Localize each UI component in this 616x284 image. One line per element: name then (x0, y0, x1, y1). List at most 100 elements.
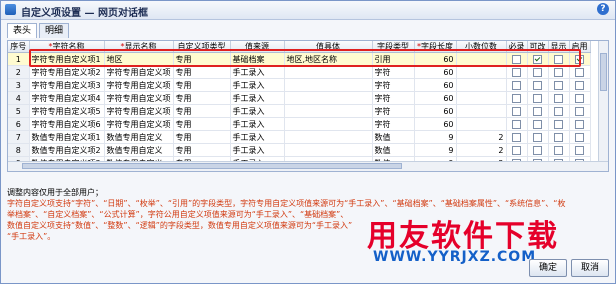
table-cell-dec[interactable] (456, 78, 507, 92)
table-cell-len[interactable]: 9 (414, 130, 457, 144)
show-checkbox[interactable] (554, 80, 563, 90)
table-row[interactable]: 1 字符专用自定义项1 地区 专用 基础档案 地区,地区名称 引用 60 (8, 52, 591, 66)
horizontal-scroll-thumb[interactable] (22, 163, 402, 169)
edit-checkbox[interactable] (533, 145, 542, 155)
table-cell-detail[interactable] (284, 104, 373, 118)
table-cell-source[interactable]: 手工录入 (230, 117, 285, 131)
table-cell-source[interactable]: 手工录入 (230, 78, 285, 92)
table-cell-display[interactable]: 字符专用自定义项 (104, 117, 174, 131)
table-cell-detail[interactable] (284, 143, 373, 157)
table-cell-type[interactable]: 专用 (173, 104, 231, 118)
must-checkbox[interactable] (512, 67, 521, 77)
table-cell-display[interactable]: 字符专用自定义项 (104, 104, 174, 118)
table-cell-ftype[interactable]: 引用 (372, 52, 415, 66)
table-cell-source[interactable]: 手工录入 (230, 91, 285, 105)
table-cell-name[interactable]: 数值专用自定义项2 (29, 143, 105, 157)
table-cell-dec[interactable]: 2 (456, 143, 507, 157)
table-cell-name[interactable]: 字符专用自定义项5 (29, 104, 105, 118)
table-cell-ftype[interactable]: 字符 (372, 91, 415, 105)
table-cell-ftype[interactable]: 字符 (372, 65, 415, 79)
column-header[interactable]: *字段长度 (414, 41, 457, 53)
table-cell-name[interactable]: 字符专用自定义项6 (29, 117, 105, 131)
table-cell-len[interactable]: 60 (414, 104, 457, 118)
table-cell-name[interactable]: 字符专用自定义项2 (29, 65, 105, 79)
on-checkbox[interactable] (575, 145, 584, 155)
on-checkbox[interactable] (575, 119, 584, 129)
ok-button[interactable]: 确定 (529, 259, 567, 277)
show-checkbox[interactable] (554, 119, 563, 129)
vertical-scrollbar[interactable] (598, 41, 608, 162)
tab-detail[interactable]: 明细 (39, 23, 70, 38)
table-row[interactable]: 3 字符专用自定义项3 字符专用自定义项 专用 手工录入 字符 60 (8, 78, 591, 92)
help-icon[interactable]: ? (597, 3, 609, 15)
table-cell-display[interactable]: 地区 (104, 52, 174, 66)
table-row[interactable]: 5 字符专用自定义项5 字符专用自定义项 专用 手工录入 字符 60 (8, 104, 591, 118)
table-cell-name[interactable]: 字符专用自定义项4 (29, 91, 105, 105)
must-checkbox[interactable] (512, 93, 521, 103)
table-cell-ftype[interactable]: 字符 (372, 117, 415, 131)
table-cell-type[interactable]: 专用 (173, 117, 231, 131)
table-cell-display[interactable]: 字符专用自定义项 (104, 91, 174, 105)
column-header[interactable]: *字符名称 (29, 41, 105, 53)
table-cell-type[interactable]: 专用 (173, 78, 231, 92)
edit-checkbox[interactable] (533, 80, 542, 90)
column-header[interactable]: 必录 (506, 41, 528, 53)
table-cell-len[interactable]: 60 (414, 52, 457, 66)
edit-checkbox[interactable] (533, 67, 542, 77)
table-cell-source[interactable]: 手工录入 (230, 143, 285, 157)
table-cell-name[interactable]: 字符专用自定义项1 (29, 52, 105, 66)
column-header[interactable]: 值具体 (284, 41, 373, 53)
column-header[interactable]: *显示名称 (104, 41, 174, 53)
table-cell-source[interactable]: 手工录入 (230, 104, 285, 118)
column-header[interactable]: 可改 (527, 41, 549, 53)
table-cell-name[interactable]: 数值专用自定义项1 (29, 130, 105, 144)
table-cell-dec[interactable] (456, 65, 507, 79)
column-header[interactable]: 启用 (569, 41, 591, 53)
table-cell-type[interactable]: 专用 (173, 65, 231, 79)
column-header[interactable]: 自定义项类型 (173, 41, 231, 53)
show-checkbox[interactable] (554, 93, 563, 103)
on-checkbox[interactable] (575, 93, 584, 103)
on-checkbox[interactable] (575, 54, 584, 64)
edit-checkbox[interactable] (533, 106, 542, 116)
cancel-button[interactable]: 取消 (571, 259, 609, 277)
must-checkbox[interactable] (512, 119, 521, 129)
on-checkbox[interactable] (575, 80, 584, 90)
table-cell-type[interactable]: 专用 (173, 143, 231, 157)
table-cell-detail[interactable] (284, 117, 373, 131)
table-cell-dec[interactable] (456, 91, 507, 105)
table-cell-name[interactable]: 字符专用自定义项3 (29, 78, 105, 92)
on-checkbox[interactable] (575, 67, 584, 77)
show-checkbox[interactable] (554, 132, 563, 142)
must-checkbox[interactable] (512, 106, 521, 116)
table-cell-type[interactable]: 专用 (173, 52, 231, 66)
table-cell-len[interactable]: 60 (414, 65, 457, 79)
table-cell-source[interactable]: 手工录入 (230, 65, 285, 79)
table-cell-type[interactable]: 专用 (173, 91, 231, 105)
horizontal-scrollbar[interactable] (8, 161, 608, 171)
table-row[interactable]: 7 数值专用自定义项1 数值专用自定义 专用 手工录入 数值 9 2 (8, 130, 591, 144)
on-checkbox[interactable] (575, 106, 584, 116)
table-cell-display[interactable]: 数值专用自定义 (104, 130, 174, 144)
vertical-scroll-thumb[interactable] (600, 53, 607, 91)
must-checkbox[interactable] (512, 145, 521, 155)
edit-checkbox[interactable] (533, 119, 542, 129)
table-cell-dec[interactable] (456, 104, 507, 118)
on-checkbox[interactable] (575, 132, 584, 142)
table-cell-dec[interactable]: 2 (456, 130, 507, 144)
table-row[interactable]: 2 字符专用自定义项2 字符专用自定义项 专用 手工录入 字符 60 (8, 65, 591, 79)
table-cell-type[interactable]: 专用 (173, 130, 231, 144)
show-checkbox[interactable] (554, 145, 563, 155)
column-header[interactable]: 序号 (8, 41, 30, 53)
table-cell-detail[interactable] (284, 78, 373, 92)
tab-header[interactable]: 表头 (7, 23, 38, 38)
table-row[interactable]: 6 字符专用自定义项6 字符专用自定义项 专用 手工录入 字符 60 (8, 117, 591, 131)
table-cell-detail[interactable] (284, 65, 373, 79)
table-cell-dec[interactable] (456, 117, 507, 131)
table-cell-source[interactable]: 基础档案 (230, 52, 285, 66)
edit-checkbox[interactable] (533, 93, 542, 103)
table-cell-len[interactable]: 60 (414, 78, 457, 92)
table-cell-dec[interactable] (456, 52, 507, 66)
table-row[interactable]: 4 字符专用自定义项4 字符专用自定义项 专用 手工录入 字符 60 (8, 91, 591, 105)
must-checkbox[interactable] (512, 132, 521, 142)
